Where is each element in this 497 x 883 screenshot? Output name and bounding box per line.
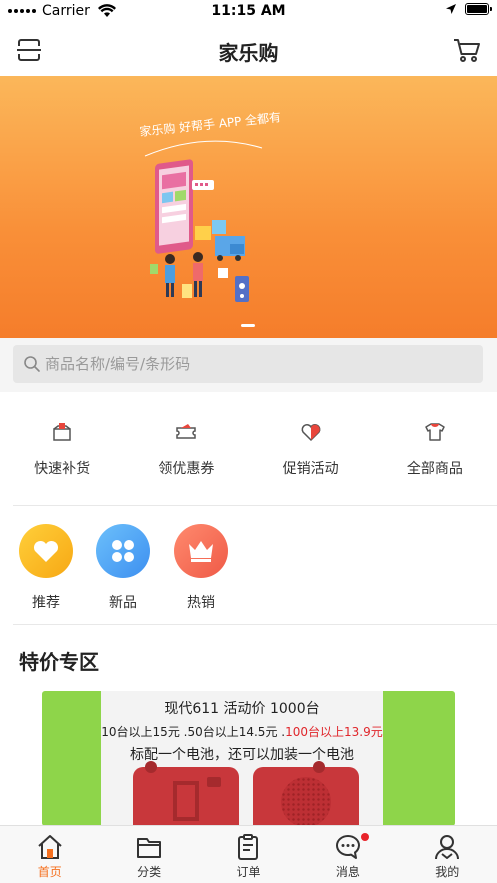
- restock-box-icon: [53, 423, 71, 441]
- tab-label: 订单: [236, 865, 261, 879]
- quick-action-label: 快速补货: [34, 461, 91, 477]
- home-icon: [38, 835, 62, 859]
- quick-action-restock[interactable]: 快速补货: [0, 392, 124, 505]
- device-knob: [313, 761, 325, 773]
- category-icon-circle: [174, 524, 228, 578]
- shirt-icon: [425, 423, 445, 441]
- battery-icon: [465, 3, 492, 15]
- order-clipboard-icon: [238, 834, 259, 860]
- notification-badge: [361, 833, 370, 841]
- banner-illustration: 家乐购 好帮手 APP 全都有: [139, 109, 282, 302]
- product-image: [133, 761, 239, 826]
- section-title: 特价专区: [19, 650, 99, 674]
- quick-action-label: 全部商品: [406, 461, 463, 477]
- status-time: 11:15 AM: [211, 3, 286, 19]
- quick-action-label: 领优惠券: [158, 461, 215, 477]
- category-folder-icon: [137, 838, 162, 858]
- divider: [13, 624, 497, 625]
- tab-messages[interactable]: 消息: [298, 826, 397, 883]
- category-icon-circle: [19, 524, 73, 578]
- status-bar: Carrier 11:15 AM: [0, 0, 497, 24]
- tab-category[interactable]: 分类: [99, 826, 198, 883]
- search-input[interactable]: [45, 355, 465, 373]
- message-bubble-icon: [335, 835, 360, 859]
- banner-carousel[interactable]: 家乐购 好帮手 APP 全都有: [0, 76, 497, 338]
- tab-label: 我的: [435, 865, 460, 879]
- search-bar[interactable]: [13, 345, 483, 383]
- category-icon-circle: [96, 524, 150, 578]
- cart-icon[interactable]: [453, 37, 481, 63]
- heart-icon: [33, 540, 59, 562]
- profile-icon: [435, 835, 460, 860]
- promo-note: 标配一个电池，还可以加装一个电池: [130, 747, 354, 763]
- category-label: 推荐: [32, 595, 60, 611]
- tab-profile[interactable]: 我的: [398, 826, 497, 883]
- banner-slogan: 家乐购 好帮手 APP 全都有: [139, 109, 282, 139]
- coupon-icon: [176, 424, 197, 439]
- location-arrow-icon: [446, 4, 456, 14]
- promo-price-tiers-text: 10台以上15元 .50台以上14.5元 .: [101, 725, 286, 739]
- status-right: [445, 3, 492, 15]
- promo-headline: 现代611 活动价 1000台: [164, 701, 320, 717]
- search-section: [0, 338, 497, 392]
- navigation-bar: 家乐购: [0, 24, 497, 76]
- product-image: [253, 761, 359, 826]
- tab-home[interactable]: 首页: [0, 826, 99, 883]
- quick-action-label: 促销活动: [282, 461, 339, 477]
- clover-icon: [112, 540, 134, 562]
- category-label: 新品: [109, 595, 137, 611]
- promo-price-highlight: 100台以上13.9元: [285, 725, 383, 739]
- quick-action-all-products[interactable]: 全部商品: [373, 392, 497, 505]
- speaker-grill: [281, 777, 331, 826]
- crown-icon: [189, 541, 213, 562]
- promo-price-tiers: 10台以上15元 .50台以上14.5元 .100台以上13.9元: [101, 723, 383, 740]
- page-title: 家乐购: [218, 41, 279, 65]
- promo-content: 现代611 活动价 1000台 10台以上15元 .50台以上14.5元 .10…: [101, 691, 383, 826]
- tab-bar: 首页 分类 订单 消息 我的: [0, 825, 497, 883]
- promotion-heart-icon: [301, 424, 321, 442]
- tab-label: 首页: [37, 865, 62, 879]
- tab-orders[interactable]: 订单: [199, 826, 298, 883]
- category-shortcuts: 推荐 新品 热销: [0, 506, 497, 624]
- category-recommend[interactable]: 推荐: [18, 524, 74, 612]
- tab-label: 分类: [137, 865, 162, 879]
- device-clip-graphic: [173, 777, 221, 821]
- battery-fill: [467, 5, 487, 13]
- search-icon: [24, 356, 40, 372]
- quick-actions: 快速补货 领优惠券 促销活动 全部商品: [0, 392, 497, 505]
- quick-action-promotion[interactable]: 促销活动: [249, 392, 373, 505]
- quick-action-coupon[interactable]: 领优惠券: [124, 392, 248, 505]
- category-label: 热销: [187, 595, 215, 611]
- promo-banner[interactable]: 现代611 活动价 1000台 10台以上15元 .50台以上14.5元 .10…: [42, 691, 455, 826]
- category-hot[interactable]: 热销: [173, 524, 229, 612]
- category-new[interactable]: 新品: [95, 524, 151, 612]
- carousel-indicator[interactable]: [241, 324, 255, 327]
- tab-label: 消息: [335, 865, 360, 879]
